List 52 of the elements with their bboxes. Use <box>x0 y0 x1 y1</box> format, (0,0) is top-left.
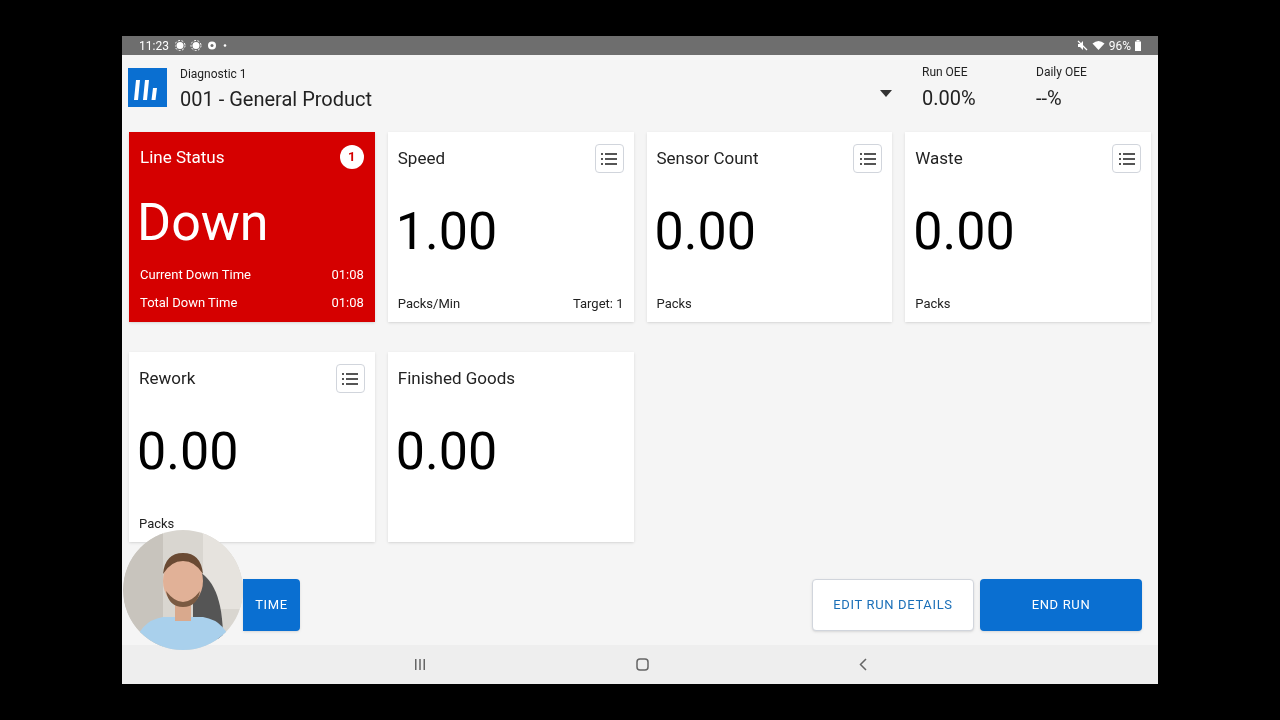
unit-label: Packs <box>139 515 175 532</box>
metric-card[interactable]: Speed 1.00 Packs/Min Target: 1 <box>387 132 634 322</box>
metric-card[interactable]: Waste 0.00 Packs <box>905 132 1151 322</box>
battery-percent: 96% <box>1108 37 1131 55</box>
metric-value: 0.00 <box>913 206 1016 258</box>
line-name: Diagnostic 1 <box>180 66 248 83</box>
card-title: Speed <box>397 147 445 170</box>
row-value: 01:08 <box>331 266 364 284</box>
home-icon[interactable] <box>635 658 649 671</box>
oee-label: Daily OEE <box>1036 63 1088 81</box>
clock: 11:23 <box>139 37 169 55</box>
card-title: Sensor Count <box>656 147 759 170</box>
back-icon[interactable] <box>858 658 867 671</box>
logo-icon <box>128 68 167 107</box>
wifi-icon <box>1091 40 1105 51</box>
dropdown-caret-icon[interactable] <box>880 90 892 97</box>
action-button[interactable]: TIME <box>243 579 300 631</box>
oee-value: --% <box>1036 84 1063 112</box>
metric-value: 0.00 <box>654 206 757 258</box>
status-value: Down <box>137 196 270 249</box>
metric-card[interactable]: Sensor Count 0.00 Packs <box>646 132 893 322</box>
card-title: Line Status <box>140 146 225 169</box>
oee-label: Run OEE <box>922 63 969 81</box>
list-menu-icon[interactable] <box>853 144 883 173</box>
mute-icon <box>1076 40 1088 51</box>
metric-value: 0.00 <box>395 426 499 478</box>
target-label: Target: 1 <box>572 295 624 312</box>
action-button[interactable]: EDIT RUN DETAILS <box>812 579 974 631</box>
card-title: Rework <box>139 367 196 390</box>
list-menu-icon[interactable] <box>1112 144 1141 173</box>
list-menu-icon[interactable] <box>594 144 624 173</box>
action-button[interactable]: END RUN <box>980 579 1142 631</box>
card-title: Finished Goods <box>397 367 516 390</box>
unit-label: Packs <box>915 295 951 312</box>
line-status-card[interactable]: Line Status 1 Down Current Down Time 01:08 Total Down Time 01:08 <box>129 132 375 322</box>
oee-value: 0.00% <box>922 84 977 112</box>
recent-apps-icon[interactable] <box>413 659 426 670</box>
metric-card[interactable]: Rework 0.00 Packs <box>129 352 375 542</box>
row-label: Total Down Time <box>140 293 238 312</box>
product-name[interactable]: 001 - General Product <box>180 87 373 112</box>
row-value: 01:08 <box>331 293 364 312</box>
notification-icons <box>174 40 227 51</box>
notification-badge: 1 <box>339 145 364 169</box>
metric-value: 0.00 <box>137 426 240 478</box>
list-menu-icon[interactable] <box>335 364 365 393</box>
unit-label: Packs/Min <box>397 295 461 312</box>
card-title: Waste <box>915 147 963 170</box>
row-label: Current Down Time <box>140 266 251 284</box>
unit-label: Packs <box>656 295 692 312</box>
battery-icon <box>1135 40 1141 51</box>
metric-value: 1.00 <box>395 206 499 258</box>
metric-card[interactable]: Finished Goods 0.00 <box>387 352 634 542</box>
